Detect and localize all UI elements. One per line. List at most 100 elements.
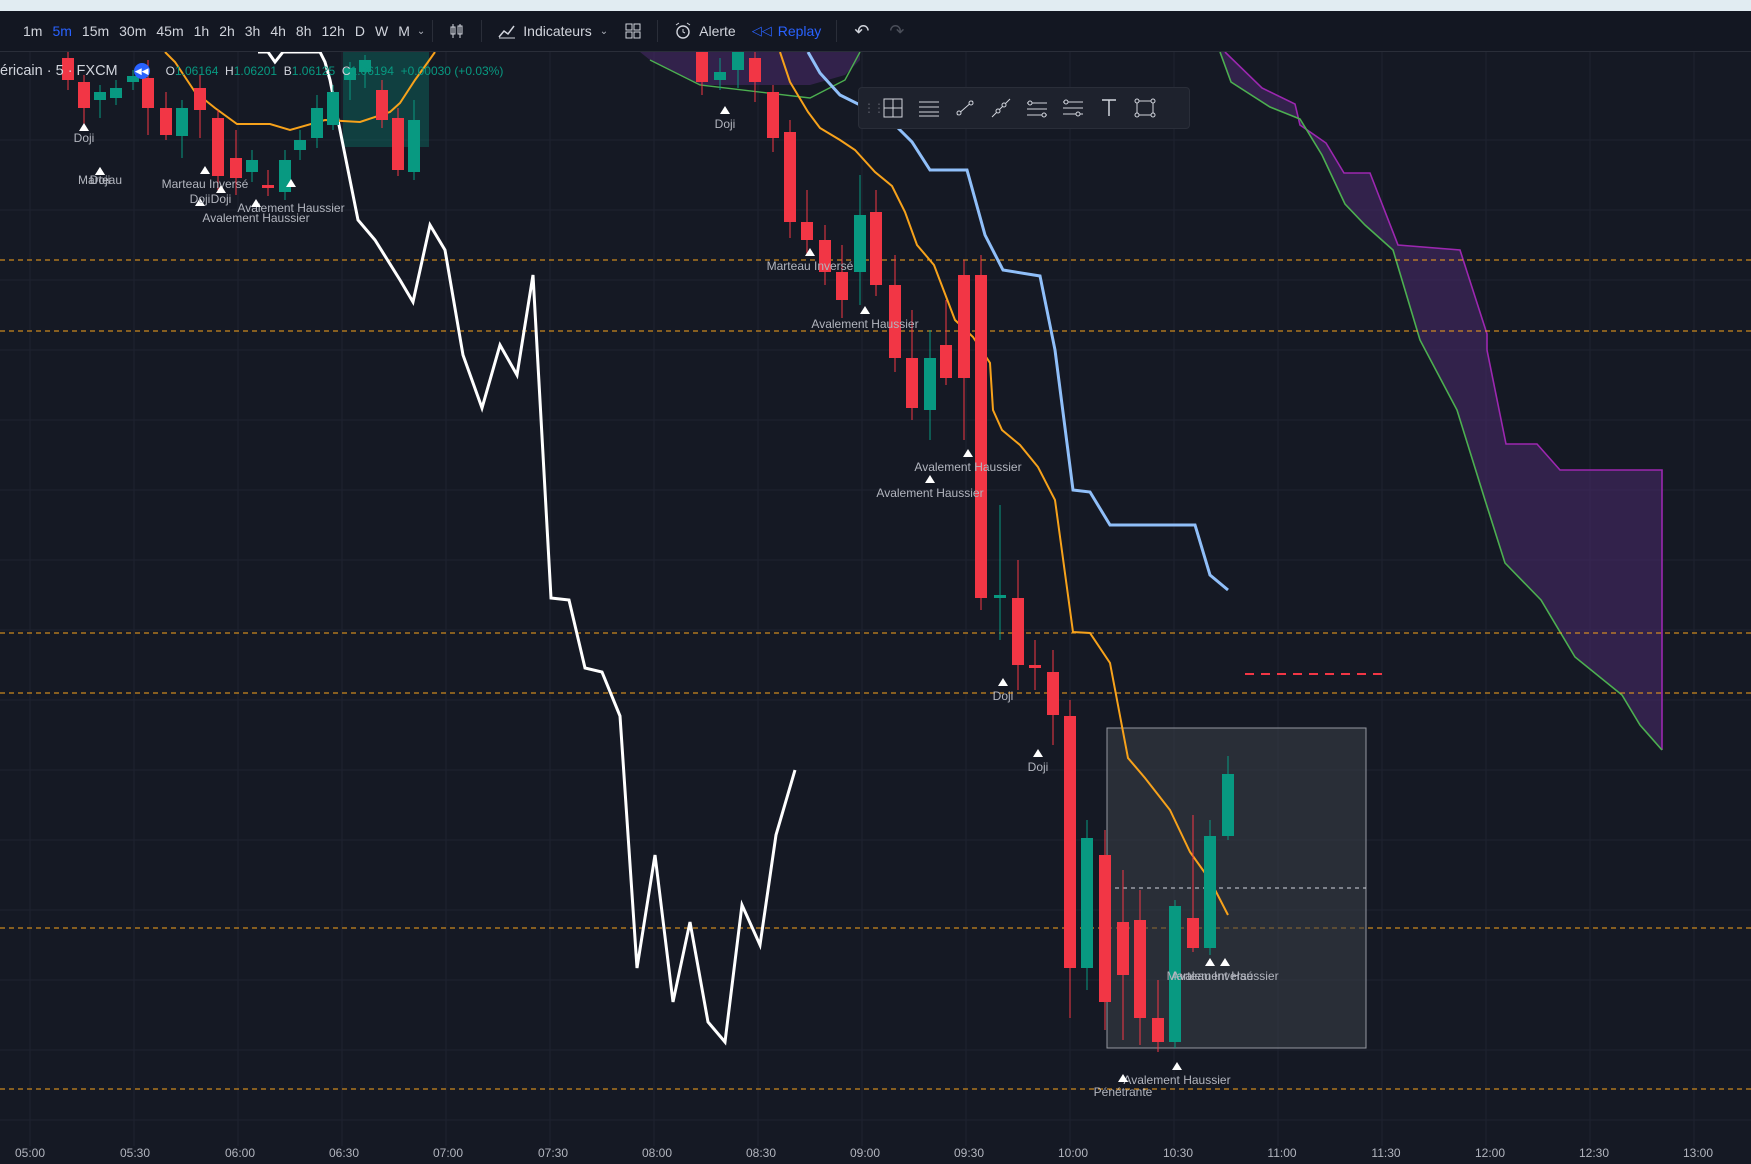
layouts-button[interactable] xyxy=(616,17,650,45)
timeframe-3h[interactable]: 3h xyxy=(240,17,266,45)
toolbar-separator xyxy=(432,20,434,42)
crosshair-tool-icon[interactable] xyxy=(877,92,909,124)
drag-handle-icon[interactable]: ⋮⋮ xyxy=(863,101,885,115)
candle-down xyxy=(1029,665,1041,668)
text-tool-icon[interactable] xyxy=(1093,92,1125,124)
trend-line-icon[interactable] xyxy=(949,92,981,124)
time-axis-label: 10:00 xyxy=(1057,1146,1089,1160)
time-axis-label: 12:00 xyxy=(1474,1146,1506,1160)
candle-down xyxy=(906,358,918,408)
candle-up xyxy=(924,358,936,410)
ray-icon[interactable] xyxy=(985,92,1017,124)
candle-up xyxy=(714,72,726,80)
time-axis-label: 05:30 xyxy=(119,1146,151,1160)
pattern-label: Avalement Haussier xyxy=(1171,969,1278,983)
candle-down xyxy=(212,118,224,176)
candle-down xyxy=(1187,918,1199,948)
candle-down xyxy=(1064,716,1076,968)
price-chart[interactable]: DojiMarteauDoji Marteau InverséDojiDojiAv… xyxy=(0,52,1751,1164)
close-label: C xyxy=(341,64,351,78)
candle-up xyxy=(854,215,866,272)
timeframe-M[interactable]: M xyxy=(393,17,415,45)
alarm-clock-icon xyxy=(675,22,691,39)
timeframe-D[interactable]: D xyxy=(350,17,370,45)
ichimoku-cloud xyxy=(1220,52,1662,750)
timeframe-1m[interactable]: 1m xyxy=(18,17,47,45)
time-axis-label: 12:30 xyxy=(1578,1146,1610,1160)
timeframe-2h[interactable]: 2h xyxy=(214,17,240,45)
timeframe-1h[interactable]: 1h xyxy=(189,17,215,45)
candle-down xyxy=(230,158,242,178)
candles-icon xyxy=(450,24,463,38)
candle-down xyxy=(1047,672,1059,715)
pattern-label: Doji xyxy=(190,192,211,206)
candle-down xyxy=(801,222,813,240)
candle-down xyxy=(392,118,404,170)
time-axis-label: 09:00 xyxy=(849,1146,881,1160)
timeframe-5m[interactable]: 5m xyxy=(47,17,76,45)
time-axis-label: 09:30 xyxy=(953,1146,985,1160)
pattern-label: Avalement Haussier xyxy=(202,211,309,225)
candle-up xyxy=(327,92,339,125)
high-label: H xyxy=(225,64,234,78)
replay-button[interactable]: ◁◁ Replay xyxy=(744,17,830,45)
undo-icon[interactable]: ↶ xyxy=(844,21,879,42)
replay-mode-icon[interactable]: ◀◀ xyxy=(133,63,150,79)
timeframe-15m[interactable]: 15m xyxy=(77,17,114,45)
pattern-label: Avalement Haussier xyxy=(811,317,918,331)
candle-up xyxy=(94,92,106,100)
alert-button[interactable]: Alerte xyxy=(665,17,744,45)
candle-down xyxy=(1117,922,1129,975)
pattern-label: Avalement Haussier xyxy=(914,460,1021,474)
pattern-marker-icon xyxy=(925,475,935,483)
pattern-label: Doji xyxy=(1028,760,1049,774)
floating-drawing-toolbar: ⋮⋮ xyxy=(858,87,1190,129)
time-axis-label: 07:30 xyxy=(537,1146,569,1160)
ohlc-values: O1.06164 H1.06201 B1.06125 C1.06194 +0.0… xyxy=(166,64,504,78)
time-axis[interactable]: 05:00 05:30 06:00 06:30 07:00 07:30 08:00 08:30… xyxy=(0,1146,1751,1164)
candle-down xyxy=(78,82,90,108)
timeframe-dropdown-icon[interactable]: ⌄ xyxy=(417,26,425,37)
timeframe-4h[interactable]: 4h xyxy=(265,17,291,45)
fib-icon[interactable] xyxy=(1057,92,1089,124)
close-value: 1.06194 xyxy=(350,64,394,78)
horizontal-lines-icon[interactable] xyxy=(913,92,945,124)
symbol-name[interactable]: éricain · 5 · FXCM xyxy=(0,63,118,79)
symbol-legend: éricain · 5 · FXCM ◀◀ O1.06164 H1.06201 … xyxy=(0,62,503,80)
timeframe-8h[interactable]: 8h xyxy=(291,17,317,45)
time-axis-label: 11:30 xyxy=(1371,1146,1401,1160)
timeframe-group: 1m 5m 15m 30m 45m 1h 2h 3h 4h 8h 12h D W M xyxy=(18,17,415,45)
pattern-marker-icon xyxy=(79,123,89,131)
candle-up xyxy=(294,140,306,150)
candle-down xyxy=(142,78,154,108)
timeframe-12h[interactable]: 12h xyxy=(317,17,350,45)
pattern-label: Avalement Haussier xyxy=(876,486,983,500)
timeframe-30m[interactable]: 30m xyxy=(114,17,151,45)
candle-down xyxy=(870,212,882,285)
time-axis-label: 05:00 xyxy=(14,1146,46,1160)
toolbar-separator xyxy=(657,20,659,42)
candle-down xyxy=(767,92,779,138)
timeframe-45m[interactable]: 45m xyxy=(151,17,188,45)
timeframe-W[interactable]: W xyxy=(370,17,393,45)
browser-top-strip xyxy=(0,0,1751,11)
pattern-label: Doji xyxy=(715,117,736,131)
rectangle-tool-icon[interactable] xyxy=(1129,92,1161,124)
parallel-channel-icon[interactable] xyxy=(1021,92,1053,124)
indicators-button[interactable]: Indicateurs ⌄ xyxy=(489,17,616,45)
pattern-label: Doji xyxy=(211,192,232,206)
high-value: 1.06201 xyxy=(233,64,278,78)
alert-label: Alerte xyxy=(699,23,736,39)
pattern-label: Pénétrante xyxy=(1094,1085,1153,1099)
open-label: O xyxy=(165,64,175,78)
time-axis-label: 08:00 xyxy=(641,1146,673,1160)
open-value: 1.06164 xyxy=(174,64,219,78)
pattern-label: Marteau Inversé xyxy=(767,259,854,273)
chart-type-button[interactable] xyxy=(440,17,474,45)
time-axis-label: 07:00 xyxy=(432,1146,464,1160)
candle-down xyxy=(940,345,952,378)
grid-layout-icon xyxy=(625,23,641,39)
pattern-label: Doji xyxy=(90,173,111,187)
redo-icon[interactable]: ↷ xyxy=(879,21,914,42)
candle-up xyxy=(246,160,258,172)
